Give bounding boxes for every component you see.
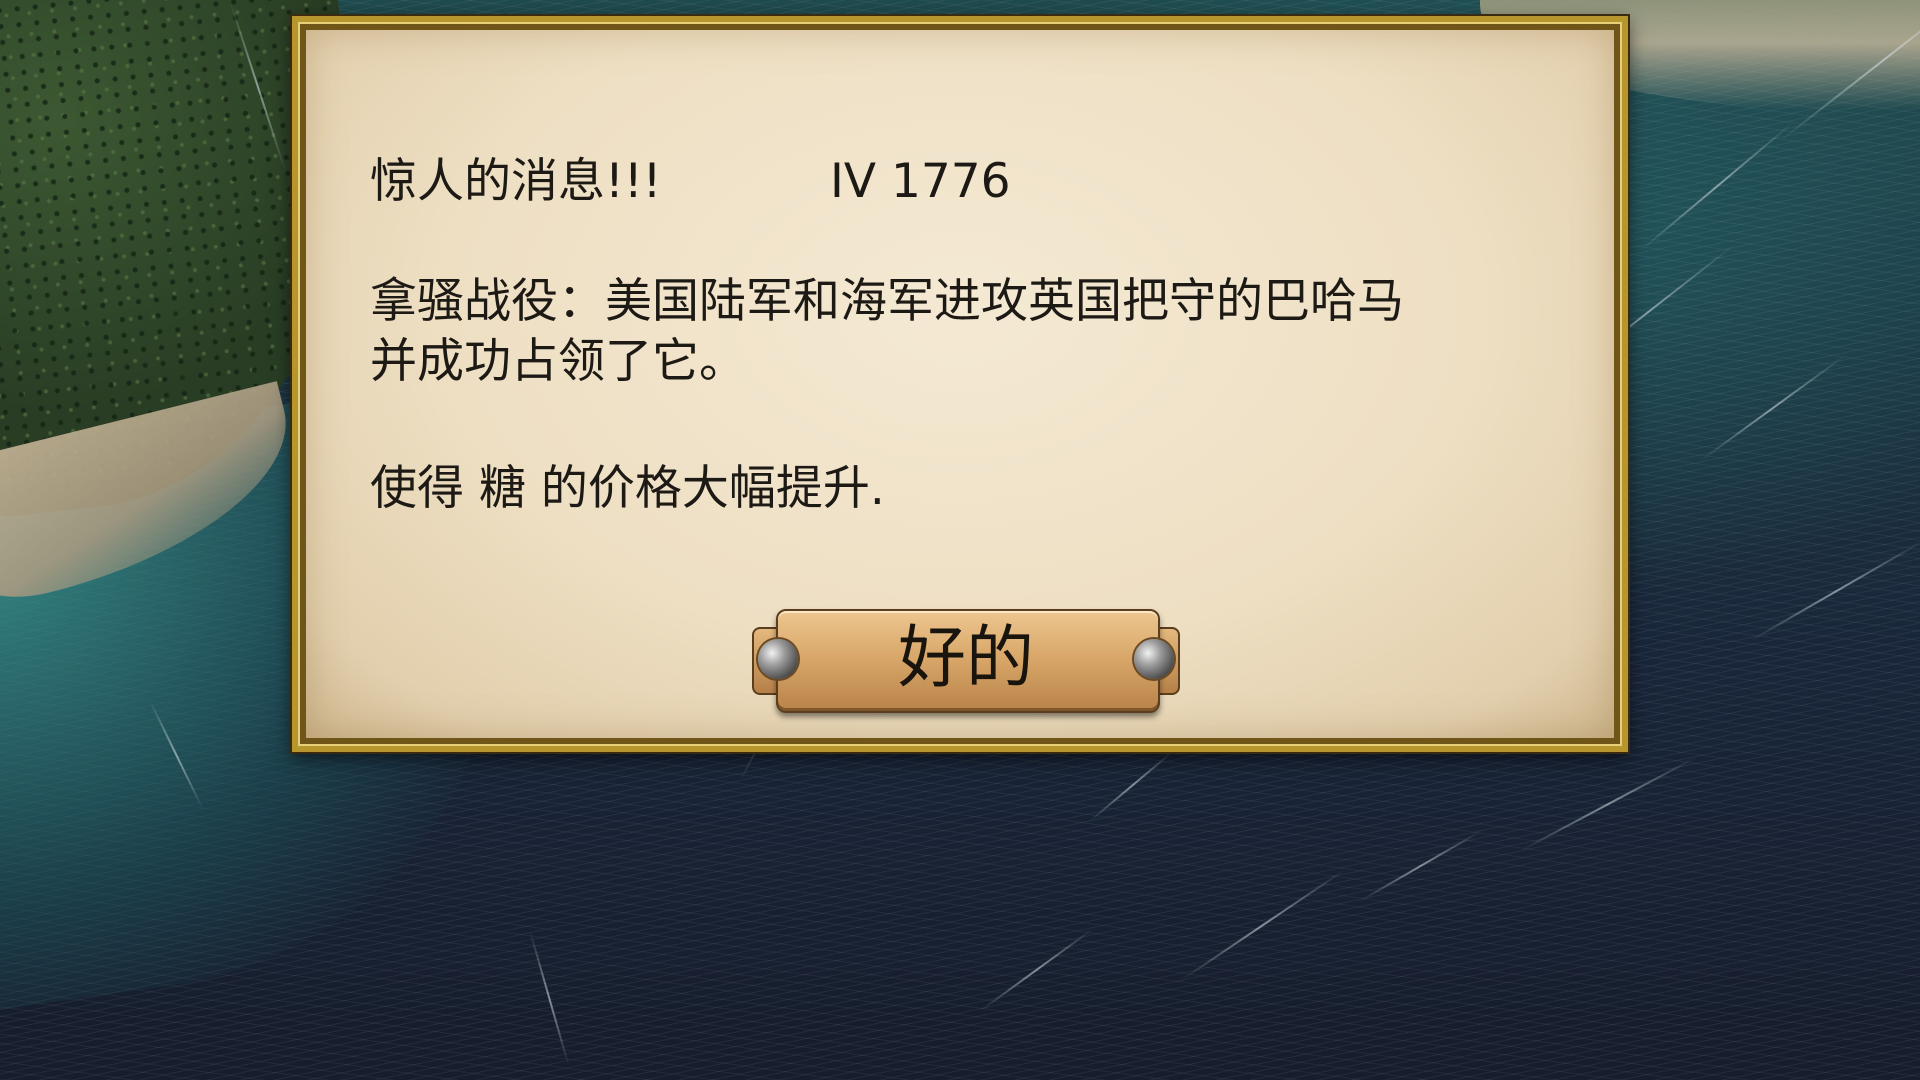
ok-button-label: 好的 bbox=[897, 619, 1034, 698]
news-event-dialog: 惊人的消息!!! IV 1776 拿骚战役：美国陆军和海军进攻英国把守的巴哈马 … bbox=[290, 14, 1630, 754]
ok-button[interactable]: 好的 bbox=[752, 609, 1180, 713]
event-date: IV 1776 bbox=[830, 154, 1011, 209]
event-effect: 使得 糖 的价格大幅提升. bbox=[370, 461, 885, 516]
dialog-header: 惊人的消息!!! IV 1776 bbox=[370, 152, 1011, 212]
event-description-line-2: 并成功占领了它。 bbox=[370, 334, 746, 389]
game-scene: 惊人的消息!!! IV 1776 拿骚战役：美国陆军和海军进攻英国把守的巴哈马 … bbox=[0, 0, 1920, 1080]
dialog-title: 惊人的消息!!! bbox=[370, 154, 662, 209]
event-description-line-1: 拿骚战役：美国陆军和海军进攻英国把守的巴哈马 bbox=[370, 274, 1404, 329]
